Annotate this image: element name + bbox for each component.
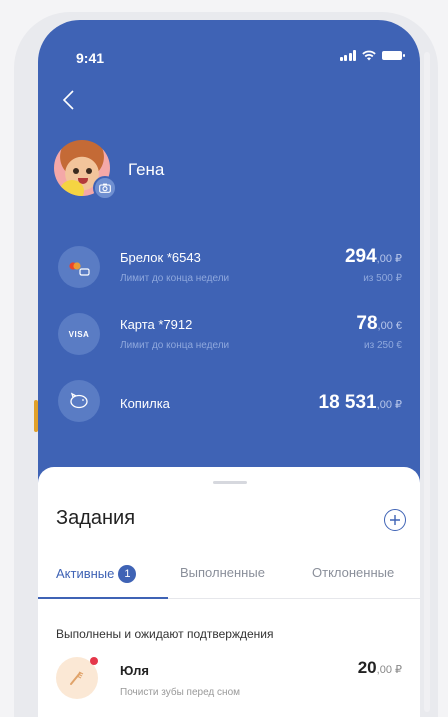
account-balance: 78,00 € <box>356 313 402 334</box>
active-tab-indicator <box>38 597 168 599</box>
account-balance: 18 531,00 ₽ <box>318 392 402 413</box>
back-chevron-icon[interactable] <box>58 88 82 112</box>
task-assignee[interactable]: Юля <box>120 663 149 678</box>
account-limit: из 250 € <box>364 340 402 351</box>
plus-icon <box>390 515 400 525</box>
account-row-card[interactable]: VISA Карта *7912 Лимит до конца недели 7… <box>38 313 420 363</box>
task-description: Почисти зубы перед сном <box>120 687 240 698</box>
account-balance: 294,00 ₽ <box>344 246 402 267</box>
camera-icon <box>99 183 111 193</box>
task-reward: 20,00 ₽ <box>357 658 402 677</box>
piggy-bank-icon <box>58 380 100 422</box>
mastercard-keyfob-icon <box>58 246 100 288</box>
change-photo-button[interactable] <box>93 176 117 200</box>
app-screen: 9:41 Гена Брелок *6543 Лимит до конца не… <box>38 20 420 717</box>
wifi-icon <box>362 50 376 61</box>
tab-rejected[interactable]: Отклоненные <box>312 565 394 599</box>
account-title: Брелок *6543 <box>120 250 201 265</box>
status-icons <box>339 50 405 61</box>
account-limit: из 500 ₽ <box>363 273 402 284</box>
tab-completed[interactable]: Выполненные <box>180 565 265 599</box>
tab-active[interactable]: Активные 1 <box>56 565 137 599</box>
cellular-signal-icon <box>339 50 356 61</box>
battery-icon <box>382 51 405 60</box>
section-title: Выполнены и ожидают подтверждения <box>56 627 274 641</box>
tasks-title: Задания <box>56 507 136 529</box>
account-title: Копилка <box>120 396 170 411</box>
active-count-badge: 1 <box>118 565 137 583</box>
account-subtitle: Лимит до конца недели <box>120 340 230 351</box>
visa-card-icon: VISA <box>58 313 100 355</box>
tasks-tabs: Активные 1 Выполненные Отклоненные <box>38 565 420 599</box>
sheet-handle[interactable] <box>213 481 247 484</box>
add-task-button[interactable] <box>384 509 406 531</box>
tasks-sheet: Задания Активные 1 Выполненные Отклоненны… <box>38 467 420 717</box>
status-time: 9:41 <box>76 50 105 66</box>
user-name: Гена <box>128 160 165 179</box>
account-subtitle: Лимит до конца недели <box>120 273 230 284</box>
account-row-keyfob[interactable]: Брелок *6543 Лимит до конца недели 294,0… <box>38 246 420 296</box>
unread-dot <box>90 657 98 665</box>
account-title: Карта *7912 <box>120 317 193 332</box>
account-row-piggy-bank[interactable]: Копилка 18 531,00 ₽ <box>38 380 420 430</box>
